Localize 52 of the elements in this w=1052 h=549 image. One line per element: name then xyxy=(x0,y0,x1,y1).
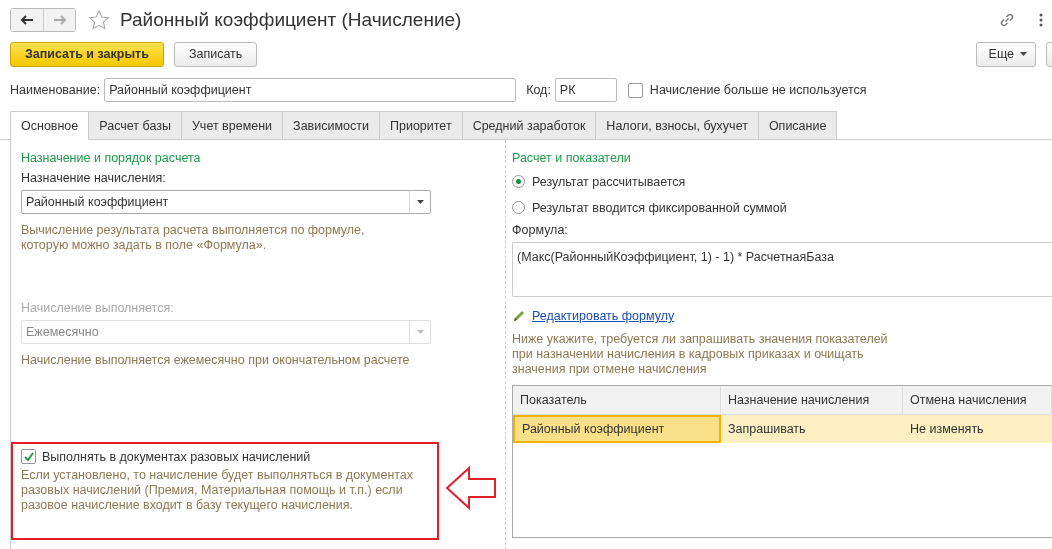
forward-arrow-icon xyxy=(52,15,67,25)
more-button[interactable]: Еще xyxy=(975,41,1036,67)
checkbox-label: Начисление больше не используется xyxy=(649,83,867,97)
back-button[interactable] xyxy=(11,9,43,31)
checkbox[interactable] xyxy=(21,449,36,464)
column-header[interactable]: Отмена начисления xyxy=(903,386,1052,414)
tab[interactable]: Средний заработок xyxy=(461,111,597,139)
code-label: Код: xyxy=(526,83,551,97)
checkbox-label: Выполнять в документах разовых начислений xyxy=(42,449,311,464)
tab[interactable]: Приоритет xyxy=(378,111,463,139)
code-field[interactable]: РК xyxy=(554,78,617,102)
hint-text: Начисление выполняется ежемесячно при окончательном расчете xyxy=(21,353,411,368)
table-cell: Районный коэффициент xyxy=(513,415,721,443)
radio-label: Результат вводится фиксированной суммой xyxy=(532,200,787,215)
save-and-close-button[interactable]: Записать и закрыть xyxy=(10,41,164,67)
back-arrow-icon xyxy=(20,15,34,25)
section-title: Назначение и порядок расчета xyxy=(21,151,202,165)
pencil-icon xyxy=(512,309,526,323)
table-cell-text: Запрашивать xyxy=(727,421,807,438)
dropdown-field[interactable]: Районный коэффициент xyxy=(21,190,431,214)
tab[interactable]: Налоги, взносы, бухучет xyxy=(595,111,759,139)
name-label: Наименование: xyxy=(10,83,101,97)
tab[interactable]: Расчет базы xyxy=(88,111,182,139)
table-cell-text: Не изменять xyxy=(909,421,985,438)
formula-field[interactable]: (Макс(РайонныйКоэффициент, 1) - 1) * РасчетнаяБаза xyxy=(512,242,1052,297)
arrow-icon xyxy=(445,466,497,510)
tab[interactable]: Основное xyxy=(10,111,90,140)
edit-formula-link[interactable]: Редактировать формулу xyxy=(532,309,675,323)
hint-text: Ниже укажите, требуется ли запрашивать значения показателей при назначении начисления в кадровых приказах и очищать значения при отмене начисления xyxy=(512,332,889,377)
column-header[interactable]: Показатель xyxy=(513,386,721,414)
field-label: Формула: xyxy=(512,223,569,237)
tab[interactable]: Описание xyxy=(757,111,838,139)
caret-icon xyxy=(416,330,424,334)
checkbox[interactable] xyxy=(627,82,643,98)
radio-label: Результат рассчитывается xyxy=(532,174,686,189)
save-button[interactable]: Записать xyxy=(173,41,258,67)
section-title: Расчет и показатели xyxy=(512,151,632,165)
window-title: Районный коэффициент (Начисление) xyxy=(120,9,463,31)
field-label: Назначение начисления: xyxy=(21,171,167,185)
name-field[interactable]: Районный коэффициент xyxy=(104,78,517,102)
tab[interactable]: Учет времени xyxy=(180,111,284,139)
link-icon[interactable] xyxy=(998,11,1016,29)
hint-text: Вычисление результата расчета выполняется по формуле, которую можно задать в поле «Формула». xyxy=(21,223,366,253)
field-label: Начисление выполняется: xyxy=(21,301,175,315)
menu-icon[interactable] xyxy=(1038,12,1044,28)
tab[interactable]: Зависимости xyxy=(282,111,380,139)
caret-icon xyxy=(416,200,424,204)
column-header[interactable]: Назначение начисления xyxy=(721,386,903,414)
hint-text: Если установлено, то начисление будет выполняться в документах разовых начислений (Премия, Материальная помощь и т.п.) если разовое начисление входит в базу текущего начисления. xyxy=(21,468,415,513)
star-icon[interactable] xyxy=(88,9,110,31)
table-row[interactable]: Районный коэффициент Запрашивать Не изменять xyxy=(513,415,1052,443)
caret-icon xyxy=(1020,52,1027,56)
